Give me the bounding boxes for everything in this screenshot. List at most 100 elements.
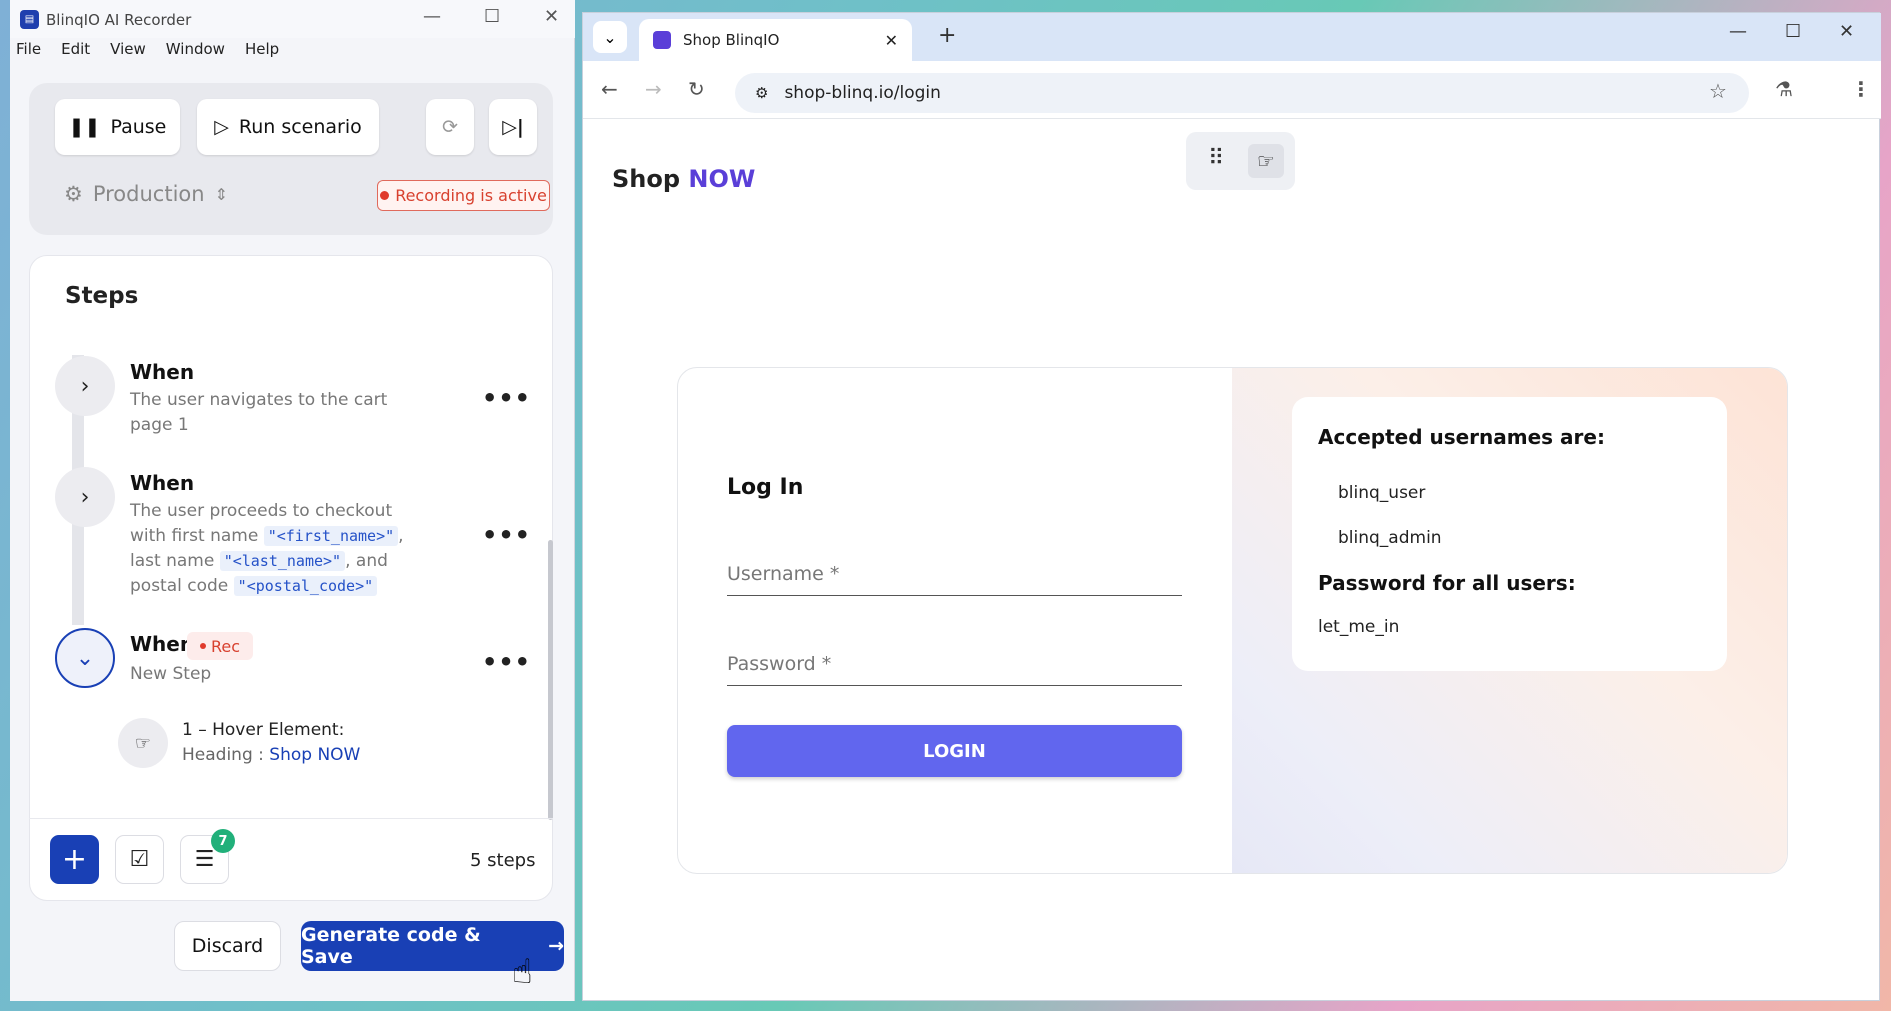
password-title: Password for all users:	[1318, 571, 1576, 595]
run-scenario-button[interactable]: ▷ Run scenario	[197, 99, 379, 155]
back-icon[interactable]: ←	[601, 77, 618, 101]
discard-button[interactable]: Discard	[174, 921, 281, 971]
step-1-keyword: When	[130, 360, 195, 384]
environment-label: Production	[92, 182, 205, 206]
refresh-button[interactable]: ⟳	[426, 99, 474, 155]
password-field[interactable]: Password *	[727, 653, 1182, 686]
arrow-right-icon: →	[548, 935, 564, 957]
record-dot-icon	[380, 191, 390, 200]
maximize-icon[interactable]: ☐	[484, 6, 500, 27]
add-step-button[interactable]: +	[50, 835, 99, 884]
tab-shop[interactable]: Shop BlinqIO ✕	[639, 19, 912, 61]
step-1-text: The user navigates to the cart page 1	[130, 390, 388, 435]
menu-file[interactable]: File	[16, 40, 41, 62]
minimize-icon[interactable]: —	[1729, 21, 1747, 42]
chevron-right-icon: ›	[80, 484, 90, 510]
notification-count-badge: 7	[211, 829, 235, 853]
recorder-floating-toolbar: ⠿ ☞	[1186, 132, 1295, 190]
new-tab-icon[interactable]: +	[938, 23, 956, 48]
play-icon: ▷	[214, 116, 229, 138]
username-field[interactable]: Username *	[727, 563, 1182, 596]
logo-accent: NOW	[688, 165, 756, 193]
pause-button[interactable]: ❚❚ Pause	[55, 99, 180, 155]
step-2-keyword: When	[130, 471, 195, 495]
labs-flask-icon[interactable]: ⚗	[1775, 77, 1793, 101]
drag-handle-icon[interactable]: ⠿	[1208, 146, 1224, 171]
username-2: blinq_admin	[1338, 528, 1442, 548]
plus-icon: +	[61, 842, 88, 877]
collapse-step-3-button[interactable]: ⌄	[55, 628, 115, 688]
browser-window: ⌄ Shop BlinqIO ✕ + — ☐ ✕ ← → ↻ ⚙ shop-bl…	[582, 12, 1881, 1001]
step-3-text: New Step	[130, 664, 212, 684]
environment-icon: ⚙	[64, 182, 83, 206]
rec-label: Rec	[210, 636, 241, 656]
close-icon[interactable]: ✕	[1839, 21, 1854, 42]
skip-to-end-button[interactable]: ▷|	[489, 99, 537, 155]
menu-edit[interactable]: Edit	[61, 40, 90, 62]
tab-bar: ⌄ Shop BlinqIO ✕ + — ☐ ✕	[583, 13, 1881, 61]
sort-icon: ⇕	[214, 184, 228, 204]
rec-badge: Rec	[187, 632, 253, 660]
credentials-info-box: Accepted usernames are: blinq_user blinq…	[1292, 397, 1727, 671]
tab-search-icon[interactable]: ⌄	[593, 21, 627, 53]
more-menu-icon[interactable]: ⋮	[1851, 77, 1871, 101]
step-1-more-icon[interactable]: •••	[482, 384, 531, 412]
action-detail: Heading : Shop NOW	[182, 745, 360, 765]
forward-icon[interactable]: →	[645, 77, 662, 101]
favicon-icon	[653, 31, 671, 49]
step-count: 5 steps	[470, 850, 536, 871]
environment-selector[interactable]: ⚙ Production ⇕	[64, 182, 228, 206]
menu-view[interactable]: View	[110, 40, 146, 62]
hover-action-icon: ☞	[118, 718, 168, 768]
checklist-icon: ☑	[129, 847, 150, 872]
info-panel-bg: Accepted usernames are: blinq_user blinq…	[1232, 368, 1787, 873]
token-first-name: "<first_name>"	[263, 526, 399, 546]
menu-help[interactable]: Help	[245, 40, 279, 62]
login-card: Log In Username * Password * LOGIN Accep…	[677, 367, 1788, 874]
url-text: shop-blinq.io/login	[784, 83, 941, 103]
recorder-window: ▤ BlinqIO AI Recorder — ☐ ✕ File Edit Vi…	[10, 0, 575, 1001]
shop-logo[interactable]: Shop NOW	[612, 165, 755, 193]
tab-close-icon[interactable]: ✕	[885, 31, 898, 50]
usernames-title: Accepted usernames are:	[1318, 425, 1605, 449]
control-panel: ❚❚ Pause ▷ Run scenario ⟳ ▷|	[29, 83, 553, 235]
generate-label: Generate code & Save	[301, 924, 481, 968]
steps-scrollbar[interactable]	[548, 540, 553, 820]
address-bar[interactable]: ⚙ shop-blinq.io/login	[735, 73, 1749, 113]
divider	[29, 818, 553, 819]
action-title: 1 – Hover Element:	[182, 720, 345, 740]
cursor-hand-icon: ☝	[512, 952, 533, 992]
close-icon[interactable]: ✕	[544, 6, 559, 27]
chevron-down-icon: ⌄	[75, 645, 95, 671]
login-button[interactable]: LOGIN	[727, 725, 1182, 777]
minimize-icon[interactable]: —	[423, 6, 441, 27]
recording-status-badge: Recording is active	[377, 180, 550, 211]
username-1: blinq_user	[1338, 483, 1426, 503]
reload-icon[interactable]: ↻	[688, 77, 705, 101]
recorder-titlebar: ▤ BlinqIO AI Recorder — ☐ ✕	[10, 0, 575, 38]
hover-tool-icon[interactable]: ☞	[1248, 144, 1284, 178]
menu-window[interactable]: Window	[166, 40, 225, 62]
app-logo-icon: ▤	[20, 10, 39, 29]
rec-dot-icon	[199, 643, 206, 649]
token-postal-code: "<postal_code>"	[233, 576, 378, 596]
step-2-text: The user proceeds to checkout with first…	[130, 499, 420, 599]
checklist-button[interactable]: ☑	[115, 835, 164, 884]
chevron-right-icon: ›	[80, 373, 90, 399]
bookmark-star-icon[interactable]: ☆	[1709, 79, 1727, 103]
site-info-icon[interactable]: ⚙	[755, 84, 768, 102]
expand-step-1-button[interactable]: ›	[55, 356, 115, 416]
recording-status-text: Recording is active	[395, 186, 547, 205]
tab-title: Shop BlinqIO	[683, 31, 780, 49]
skip-icon: ▷|	[502, 116, 524, 138]
run-label: Run scenario	[238, 116, 362, 138]
token-last-name: "<last_name>"	[219, 551, 346, 571]
action-prefix: Heading :	[182, 745, 270, 765]
step-2-more-icon[interactable]: •••	[482, 521, 531, 549]
step-3-more-icon[interactable]: •••	[482, 648, 531, 676]
pause-label: Pause	[110, 116, 167, 138]
expand-step-2-button[interactable]: ›	[55, 467, 115, 527]
menu-bar: File Edit View Window Help	[16, 40, 279, 62]
maximize-icon[interactable]: ☐	[1785, 21, 1801, 42]
list-tree-icon: ☰	[194, 847, 215, 872]
